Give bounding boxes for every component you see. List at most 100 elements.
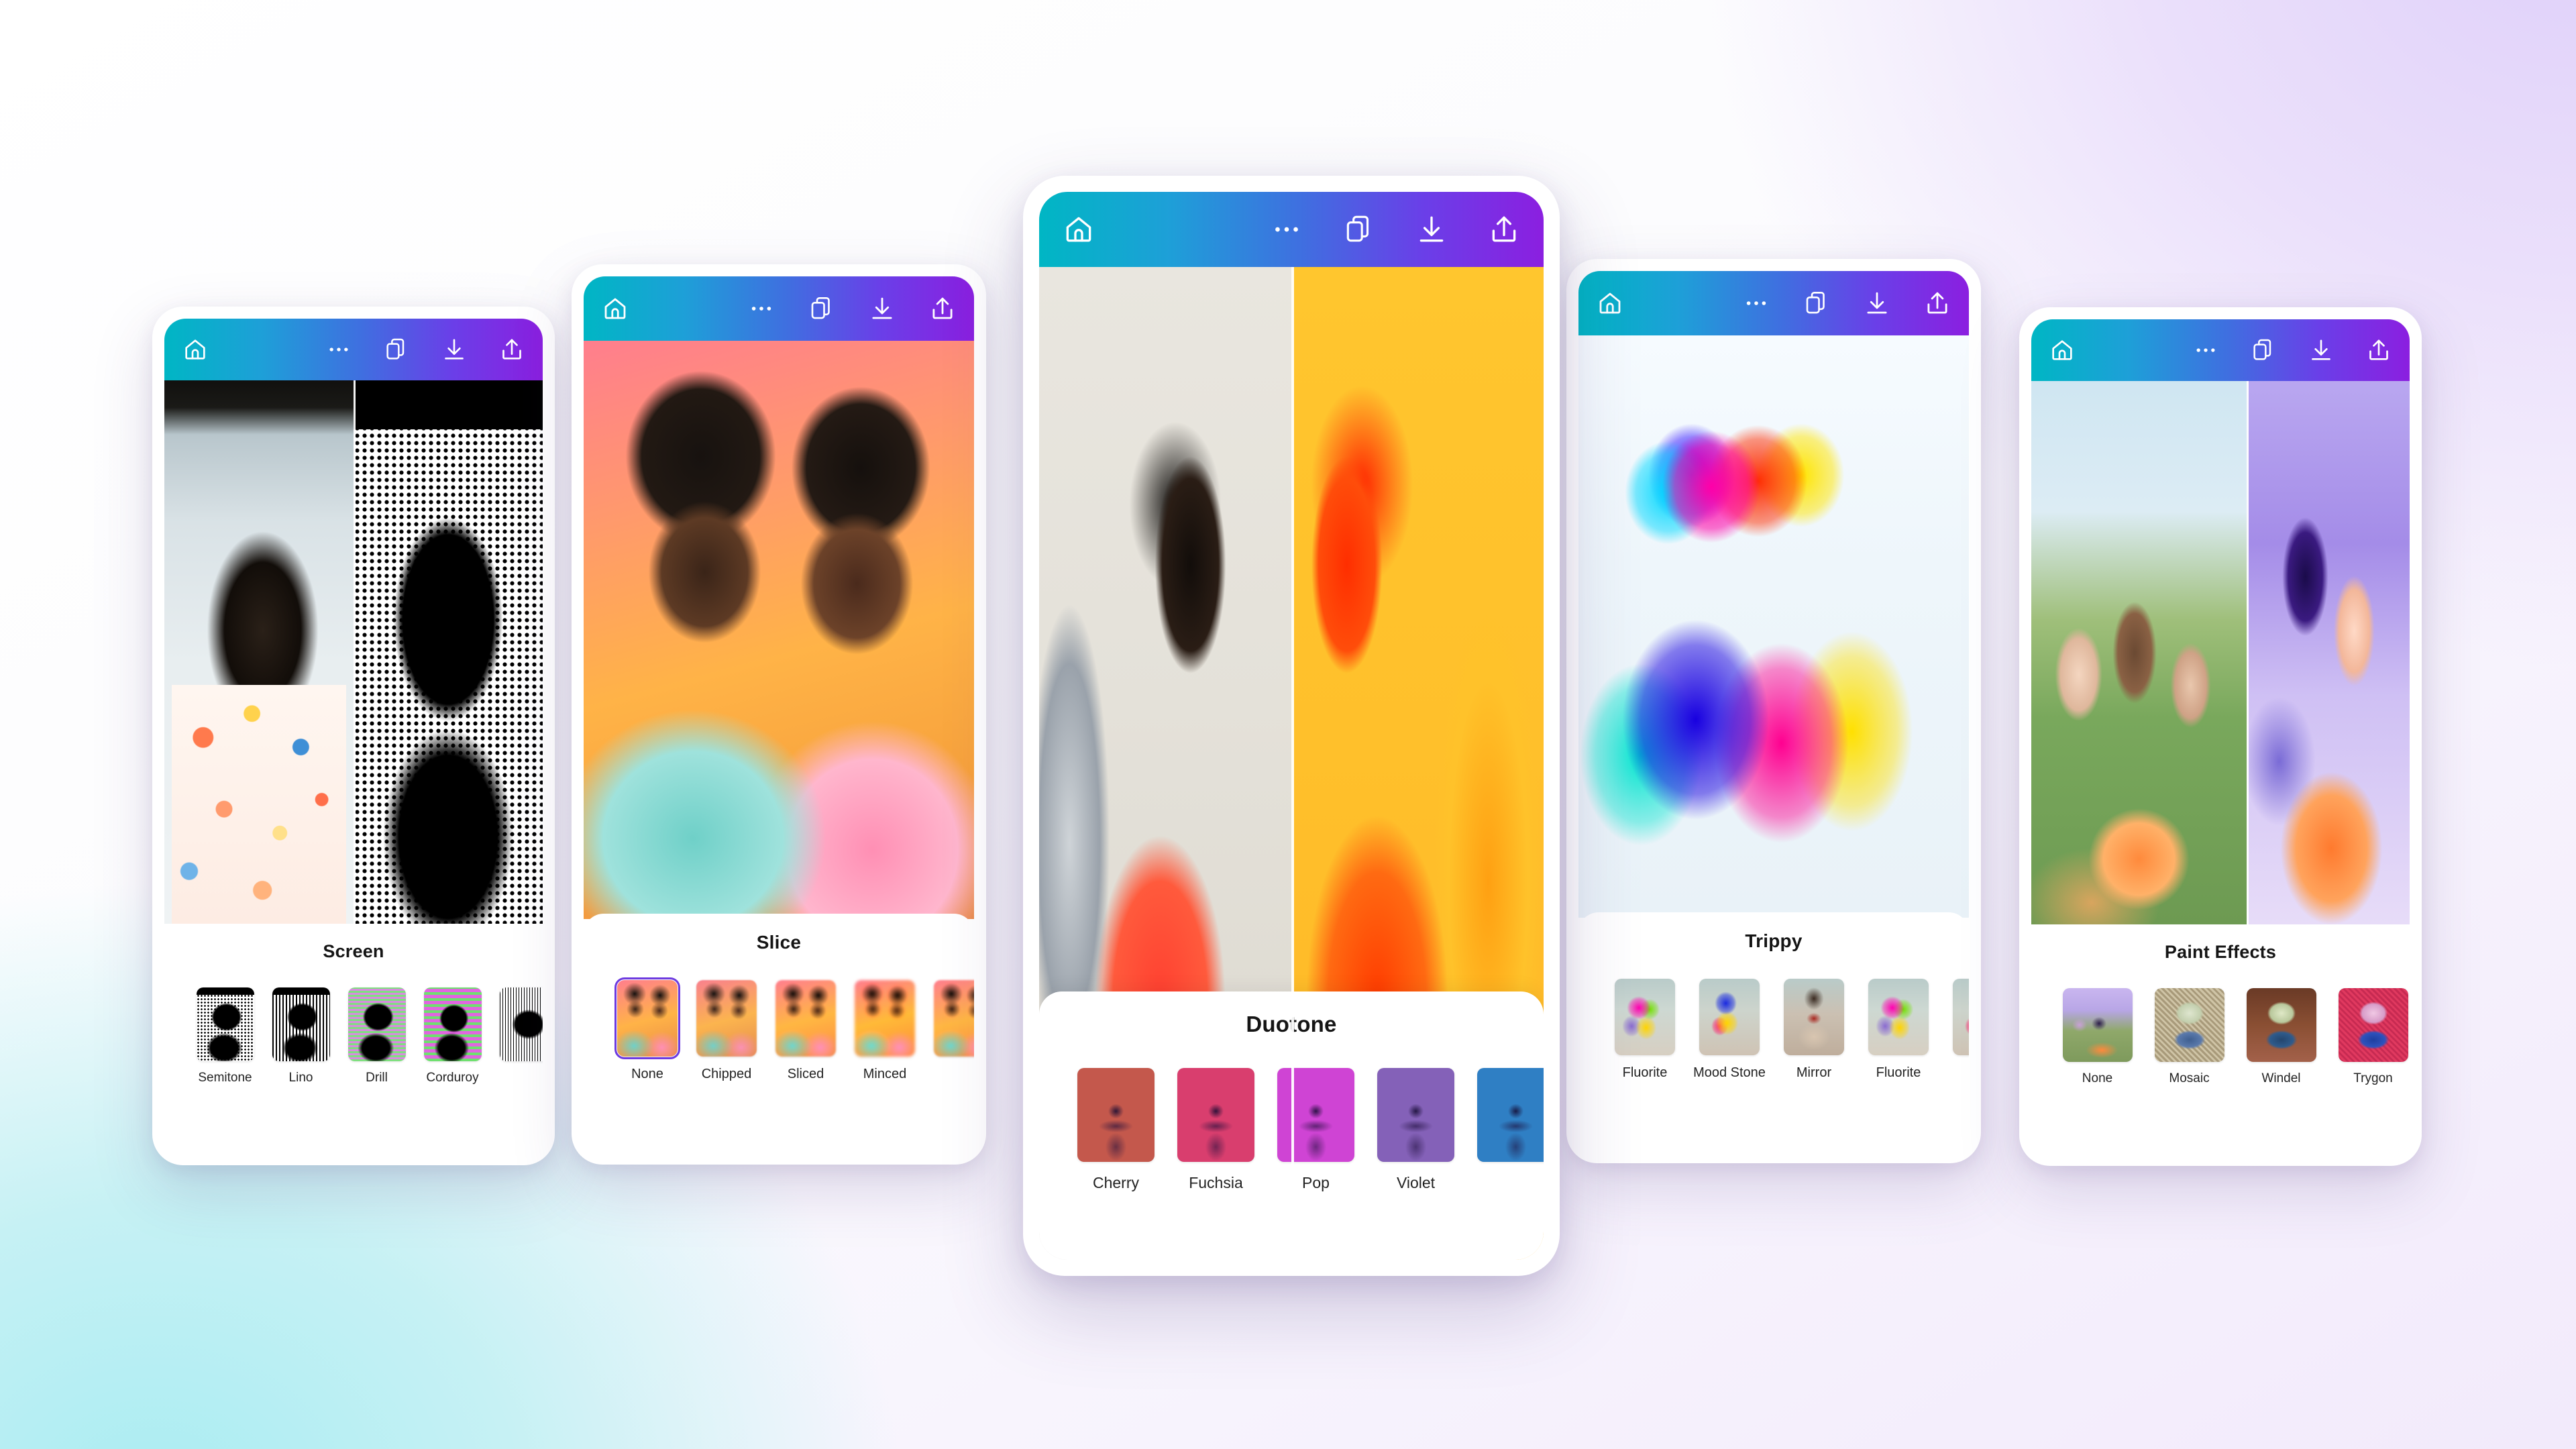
share-icon[interactable] xyxy=(498,336,525,363)
filter-sheet-trippy: Trippy Fluorite Mood Stone Mirror Fluori… xyxy=(1578,912,1969,1151)
filter-item[interactable]: Lino xyxy=(263,987,339,1085)
phone-screen-display: Screen Semitone Lino Drill Corduroy xyxy=(164,319,543,1153)
filter-label: Sliced xyxy=(787,1067,824,1081)
layers-icon[interactable] xyxy=(2250,337,2277,364)
filter-item-partial[interactable] xyxy=(490,987,543,1071)
showcase-stage: Screen Semitone Lino Drill Corduroy Slic… xyxy=(0,0,2576,1449)
filter-sheet-screen: Screen Semitone Lino Drill Corduroy xyxy=(164,924,543,1153)
filter-label: Mosaic xyxy=(2169,1071,2210,1085)
filter-item[interactable]: None xyxy=(2051,988,2143,1086)
filter-label: Corduroy xyxy=(426,1071,479,1085)
filter-thumbnail xyxy=(614,977,680,1059)
filter-item[interactable]: Mirror xyxy=(1772,979,1856,1081)
canvas-paint-effects[interactable] xyxy=(2031,381,2410,924)
filter-label: Violet xyxy=(1396,1174,1436,1191)
home-icon[interactable] xyxy=(182,336,209,363)
share-icon[interactable] xyxy=(928,294,957,323)
filter-thumbnail xyxy=(1177,1068,1254,1162)
layers-icon[interactable] xyxy=(1342,213,1376,246)
filter-label: Fluorite xyxy=(1876,1065,1921,1080)
toolbar-screen xyxy=(164,319,543,380)
phone-screen-display: Slice None Chipped Sliced Minced xyxy=(584,276,974,1152)
layers-icon[interactable] xyxy=(1803,289,1831,317)
more-options-icon[interactable] xyxy=(747,294,775,323)
filter-item[interactable]: Minced xyxy=(845,980,924,1082)
filter-item[interactable]: Mood Stone xyxy=(1687,979,1772,1081)
filter-thumbnail xyxy=(2338,988,2408,1062)
filter-item[interactable]: Trygon xyxy=(2327,988,2410,1086)
filter-thumbnail xyxy=(423,987,482,1061)
layers-icon[interactable] xyxy=(383,336,410,363)
toolbar-slice xyxy=(584,276,974,341)
filter-item-selected[interactable]: None xyxy=(608,977,687,1082)
filter-item[interactable]: Windel xyxy=(2235,988,2327,1086)
filter-item[interactable]: Corduroy xyxy=(415,987,490,1085)
filter-item[interactable]: Semitone xyxy=(187,987,263,1085)
filter-thumbnail xyxy=(2154,988,2224,1062)
panel-title: Slice xyxy=(756,932,802,953)
filter-thumbnail xyxy=(196,987,254,1061)
filter-thumbnail xyxy=(1477,1068,1544,1162)
filter-strip[interactable]: Semitone Lino Drill Corduroy xyxy=(164,962,543,1085)
home-icon[interactable] xyxy=(1062,213,1095,246)
filter-thumbnail xyxy=(696,980,757,1057)
filter-item[interactable]: Fluorite xyxy=(1603,979,1687,1081)
more-options-icon[interactable] xyxy=(325,336,352,363)
before-after-divider[interactable] xyxy=(354,380,356,924)
home-icon[interactable] xyxy=(1596,289,1624,317)
filter-item[interactable]: Mosaic xyxy=(2143,988,2235,1086)
filter-item[interactable]: Chipped xyxy=(687,980,766,1082)
filter-thumbnail xyxy=(1868,979,1929,1055)
filter-label: None xyxy=(2082,1071,2113,1085)
filter-strip[interactable]: Fluorite Mood Stone Mirror Fluorite xyxy=(1578,952,1969,1081)
filter-item-partial[interactable] xyxy=(924,980,974,1067)
filter-item[interactable]: Fuchsia xyxy=(1166,1068,1266,1192)
filter-thumbnail xyxy=(2062,988,2133,1062)
filter-thumbnail xyxy=(775,980,836,1057)
filter-thumbnail xyxy=(1784,979,1844,1055)
layers-icon[interactable] xyxy=(808,294,836,323)
filter-item[interactable]: Drill xyxy=(339,987,415,1085)
image-before-paint xyxy=(2031,381,2247,924)
home-icon[interactable] xyxy=(2049,337,2076,364)
filter-label: Cherry xyxy=(1092,1174,1139,1191)
filter-strip[interactable]: None Chipped Sliced Minced xyxy=(584,953,974,1082)
share-icon[interactable] xyxy=(1923,289,1951,317)
filter-label: Semitone xyxy=(198,1071,252,1085)
panel-title: Screen xyxy=(323,941,384,961)
more-options-icon[interactable] xyxy=(2192,337,2219,364)
filter-item[interactable]: Pop xyxy=(1266,1068,1366,1192)
more-options-icon[interactable] xyxy=(1742,289,1770,317)
download-icon[interactable] xyxy=(868,294,896,323)
filter-item[interactable]: Sliced xyxy=(766,980,845,1082)
filter-thumbnail xyxy=(272,987,330,1061)
canvas-slice[interactable] xyxy=(584,341,974,919)
phone-screen: Screen Semitone Lino Drill Corduroy xyxy=(152,307,555,1165)
share-icon[interactable] xyxy=(1487,213,1521,246)
canvas-screen[interactable] xyxy=(164,380,543,924)
download-icon[interactable] xyxy=(441,336,468,363)
filter-strip[interactable]: None Mosaic Windel Trygon xyxy=(2031,963,2410,1086)
download-icon[interactable] xyxy=(1415,213,1448,246)
before-after-divider[interactable] xyxy=(2247,381,2249,924)
phone-paint-effects: Paint Effects None Mosaic Windel Trygon xyxy=(2019,307,2422,1166)
canvas-trippy[interactable] xyxy=(1578,335,1969,918)
home-icon[interactable] xyxy=(601,294,629,323)
filter-thumbnail xyxy=(1277,1068,1354,1162)
toolbar-duotone xyxy=(1039,192,1544,267)
more-options-icon[interactable] xyxy=(1270,213,1303,246)
filter-item[interactable]: Cherry xyxy=(1066,1068,1166,1192)
share-icon[interactable] xyxy=(2365,337,2392,364)
filter-label: Fluorite xyxy=(1622,1065,1668,1080)
filter-thumbnail xyxy=(2246,988,2316,1062)
filter-item[interactable]: Fluorite xyxy=(1856,979,1941,1081)
before-after-divider[interactable] xyxy=(1291,267,1294,1260)
download-icon[interactable] xyxy=(1863,289,1891,317)
toolbar-paint-effects xyxy=(2031,319,2410,381)
filter-item-partial[interactable] xyxy=(1466,1068,1544,1174)
filter-item[interactable]: Violet xyxy=(1366,1068,1466,1192)
filter-item-partial[interactable]: M xyxy=(1941,979,1969,1081)
filter-sheet-slice: Slice None Chipped Sliced Minced xyxy=(584,914,974,1152)
download-icon[interactable] xyxy=(2308,337,2334,364)
filter-label: Windel xyxy=(2261,1071,2301,1085)
